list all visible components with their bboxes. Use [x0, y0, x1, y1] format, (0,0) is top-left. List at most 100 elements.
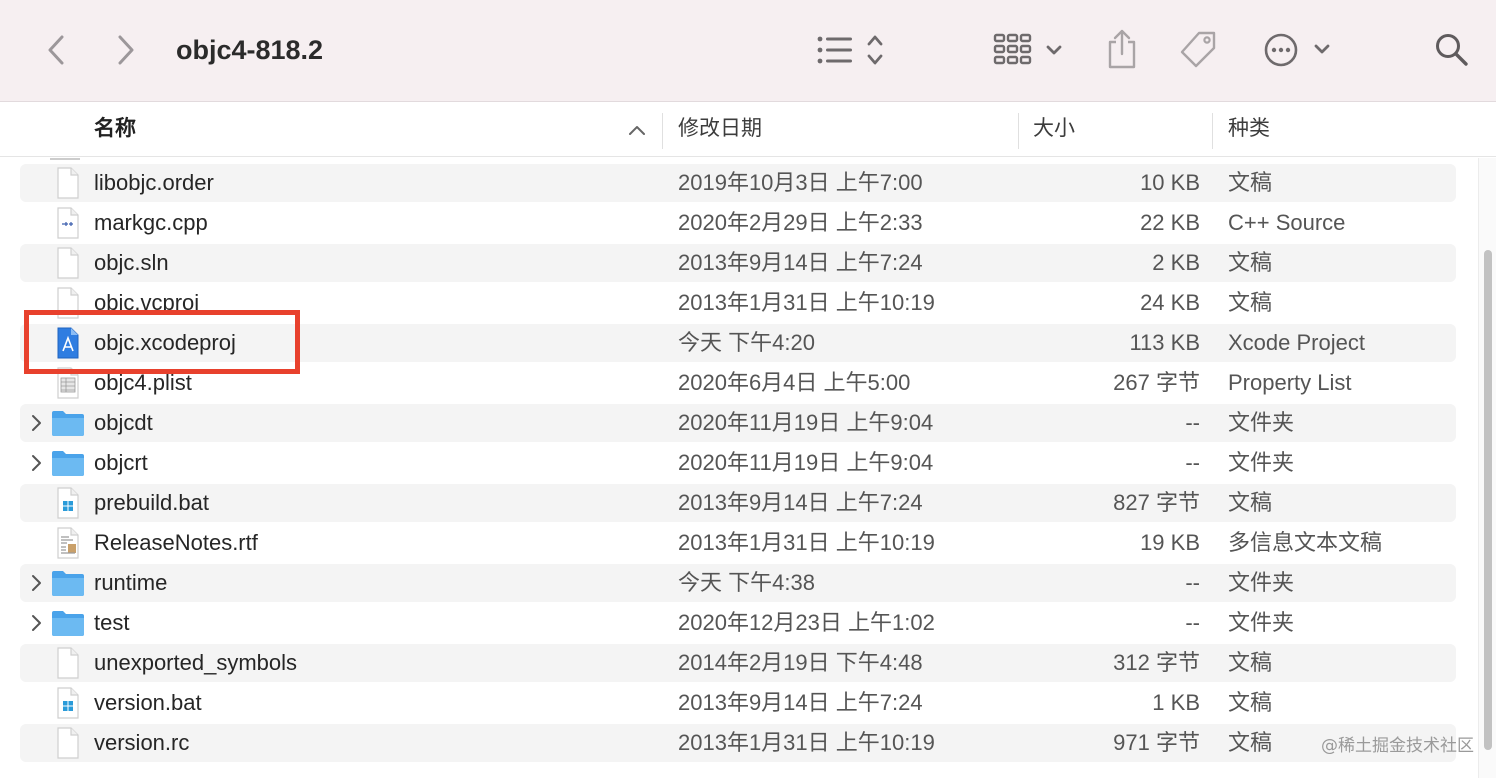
folder-icon	[50, 404, 86, 442]
toolbar: objc4-818.2	[0, 0, 1496, 102]
file-size: 1 KB	[1152, 690, 1200, 715]
file-row[interactable]: objc4.plist 2020年6月4日 上午5:00 267 字节 Propert…	[20, 364, 1456, 402]
file-row[interactable]: objcrt 2020年11月19日 上午9:04 -- 文件夹	[20, 444, 1456, 482]
file-row[interactable]: test 2020年12月23日 上午1:02 -- 文件夹	[20, 604, 1456, 642]
file-row[interactable]: objcdt 2020年11月19日 上午9:04 -- 文件夹	[20, 404, 1456, 442]
file-size: --	[1185, 410, 1200, 435]
file-modified-date: 2020年6月4日 上午5:00	[678, 370, 911, 395]
document-icon	[50, 164, 86, 202]
window-title: objc4-818.2	[176, 35, 324, 65]
column-name-header[interactable]: 名称	[94, 103, 136, 157]
file-modified-date: 2013年1月31日 上午10:19	[678, 530, 935, 555]
column-kind-header[interactable]: 种类	[1228, 103, 1270, 157]
forward-button[interactable]	[108, 28, 144, 72]
disclosure-triangle[interactable]	[26, 604, 46, 642]
file-name: objc.vcproj	[94, 290, 200, 315]
bat-file-icon	[50, 484, 86, 522]
file-row[interactable]: markgc.cpp 2020年2月29日 上午2:33 22 KB C++ Sour…	[20, 204, 1456, 242]
column-size-header[interactable]: 大小	[1033, 103, 1075, 157]
file-name: unexported_symbols	[94, 650, 298, 675]
file-name: prebuild.bat	[94, 490, 209, 515]
file-name: runtime	[94, 570, 168, 595]
document-icon	[50, 244, 86, 282]
file-kind: Property List	[1228, 370, 1352, 395]
share-button[interactable]	[1100, 24, 1144, 74]
file-row[interactable]: unexported_symbols 2014年2月19日 下午4:48 312 字…	[20, 644, 1456, 682]
file-row[interactable]: version.rc 2013年1月31日 上午10:19 971 字节 文稿	[20, 724, 1456, 762]
bat-file-icon	[50, 684, 86, 722]
search-button[interactable]	[1430, 28, 1474, 72]
column-separator[interactable]	[1018, 113, 1019, 149]
file-size: 827 字节	[1113, 490, 1200, 515]
file-name: test	[94, 610, 130, 635]
file-kind: 文稿	[1228, 650, 1273, 675]
file-size: 2 KB	[1152, 250, 1200, 275]
file-size: 312 字节	[1113, 650, 1200, 675]
column-separator[interactable]	[1212, 113, 1213, 149]
file-modified-date: 2014年2月19日 下午4:48	[678, 650, 923, 675]
tag-button[interactable]	[1174, 26, 1222, 74]
share-icon	[1108, 29, 1136, 69]
file-row[interactable]: objc.xcodeproj 今天 下午4:20 113 KB Xcode Proje…	[20, 324, 1456, 362]
file-modified-date: 2013年9月14日 上午7:24	[678, 690, 923, 715]
grid-view-icon	[993, 33, 1062, 65]
file-kind: 文稿	[1228, 690, 1273, 715]
sort-ascending-indicator[interactable]	[624, 103, 650, 157]
file-kind: 文件夹	[1228, 570, 1295, 595]
list-view-button[interactable]	[808, 28, 888, 72]
disclosure-chevron-icon	[32, 415, 41, 431]
disclosure-chevron-icon	[32, 615, 41, 631]
file-kind: 文件夹	[1228, 610, 1295, 635]
disclosure-triangle[interactable]	[26, 444, 46, 482]
file-kind: 文件夹	[1228, 450, 1295, 475]
file-row[interactable]: ReleaseNotes.rtf 2013年1月31日 上午10:19 19 KB 多…	[20, 524, 1456, 562]
file-name: version.rc	[94, 730, 190, 755]
file-row[interactable]: version.bat 2013年9月14日 上午7:24 1 KB 文稿	[20, 684, 1456, 722]
folder-icon	[50, 444, 86, 482]
chevron-up-icon	[629, 126, 645, 135]
file-row[interactable]: prebuild.bat 2013年9月14日 上午7:24 827 字节 文稿	[20, 484, 1456, 522]
rtf-file-icon	[50, 524, 86, 562]
file-modified-date: 2019年10月3日 上午7:00	[678, 170, 923, 195]
file-kind: 文稿	[1228, 250, 1273, 275]
folder-icon	[50, 564, 86, 602]
file-size: 971 字节	[1113, 730, 1200, 755]
file-modified-date: 2013年1月31日 上午10:19	[678, 290, 935, 315]
disclosure-triangle[interactable]	[26, 564, 46, 602]
file-size: --	[1185, 610, 1200, 635]
list-view-icon	[817, 35, 883, 65]
scrollbar-thumb[interactable]	[1484, 250, 1492, 750]
file-size: 10 KB	[1140, 170, 1200, 195]
file-size: --	[1185, 570, 1200, 595]
tag-icon	[1180, 31, 1216, 68]
file-modified-date: 今天 下午4:20	[678, 330, 815, 355]
disclosure-triangle[interactable]	[26, 404, 46, 442]
column-separator[interactable]	[662, 113, 663, 149]
file-size: 267 字节	[1113, 370, 1200, 395]
document-icon	[50, 284, 86, 322]
file-name: objc4.plist	[94, 370, 192, 395]
file-list: libobjc.order 2019年10月3日 上午7:00 10 KB 文稿 mar…	[0, 158, 1476, 778]
document-icon	[50, 644, 86, 682]
file-size: 24 KB	[1140, 290, 1200, 315]
grid-view-button[interactable]	[988, 28, 1070, 72]
file-row[interactable]: objc.vcproj 2013年1月31日 上午10:19 24 KB 文稿	[20, 284, 1456, 322]
column-date-header[interactable]: 修改日期	[678, 103, 762, 157]
file-row[interactable]: libobjc.order 2019年10月3日 上午7:00 10 KB 文稿	[20, 164, 1456, 202]
file-modified-date: 2020年2月29日 上午2:33	[678, 210, 923, 235]
folder-icon	[50, 604, 86, 642]
more-actions-button[interactable]	[1258, 26, 1334, 74]
file-name: version.bat	[94, 690, 202, 715]
file-row[interactable]: objc.sln 2013年9月14日 上午7:24 2 KB 文稿	[20, 244, 1456, 282]
file-name: objc.xcodeproj	[94, 330, 236, 355]
file-name: markgc.cpp	[94, 210, 208, 235]
search-icon	[1436, 34, 1468, 66]
file-kind: 文稿	[1228, 290, 1273, 315]
file-name: libobjc.order	[94, 170, 214, 195]
file-row[interactable]: runtime 今天 下午4:38 -- 文件夹	[20, 564, 1456, 602]
file-modified-date: 2013年9月14日 上午7:24	[678, 250, 923, 275]
file-kind: 文件夹	[1228, 410, 1295, 435]
back-button[interactable]	[38, 28, 74, 72]
file-modified-date: 2020年12月23日 上午1:02	[678, 610, 935, 635]
vertical-scrollbar[interactable]	[1478, 158, 1496, 778]
